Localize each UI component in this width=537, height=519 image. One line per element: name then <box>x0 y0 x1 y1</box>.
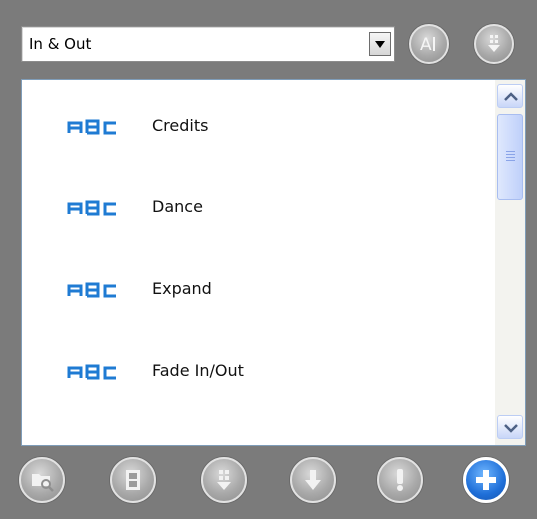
alert-button[interactable] <box>377 457 423 503</box>
exclamation-icon <box>397 469 403 491</box>
list-down-icon <box>488 35 500 52</box>
abc-icon <box>67 282 116 298</box>
chevron-down-icon <box>504 424 518 433</box>
download-button[interactable] <box>290 457 336 503</box>
list-item-label: Credits <box>152 116 209 135</box>
list-item[interactable]: Credits <box>22 112 492 142</box>
list-item[interactable]: Expand <box>22 275 492 305</box>
film-icon <box>126 470 140 490</box>
abc-icon <box>67 364 116 380</box>
abc-icon <box>67 200 116 216</box>
film-button[interactable] <box>110 457 156 503</box>
move-down-button[interactable] <box>201 457 247 503</box>
scroll-up-button[interactable] <box>497 84 523 108</box>
scroll-thumb[interactable] <box>497 114 523 200</box>
chevron-up-icon <box>504 92 518 101</box>
list-down-icon <box>217 470 231 490</box>
list-item[interactable]: Dance <box>22 193 492 223</box>
list-item-label: Dance <box>152 197 203 216</box>
list-item-label: Expand <box>152 279 212 298</box>
add-button[interactable] <box>463 457 509 503</box>
more-options-button[interactable] <box>474 24 514 64</box>
effects-panel: In & Out A Credits Dance Expand Fade In/… <box>0 0 537 519</box>
text-style-button[interactable]: A <box>409 24 449 64</box>
vertical-scrollbar[interactable] <box>495 80 525 445</box>
svg-text:A: A <box>420 35 432 55</box>
plus-icon <box>476 470 496 490</box>
list-item[interactable]: Fade In/Out <box>22 357 492 387</box>
list-item-label: Fade In/Out <box>152 361 244 380</box>
folder-search-icon <box>32 474 54 492</box>
chevron-down-icon[interactable] <box>369 32 391 56</box>
effects-list[interactable]: Credits Dance Expand Fade In/Out <box>21 79 526 446</box>
arrow-down-icon <box>305 470 321 490</box>
dropdown-value: In & Out <box>29 35 92 53</box>
effects-category-dropdown[interactable]: In & Out <box>21 26 395 62</box>
text-ai-icon: A <box>420 35 435 55</box>
scroll-down-button[interactable] <box>497 415 523 439</box>
abc-icon <box>67 119 116 135</box>
search-button[interactable] <box>19 457 65 503</box>
